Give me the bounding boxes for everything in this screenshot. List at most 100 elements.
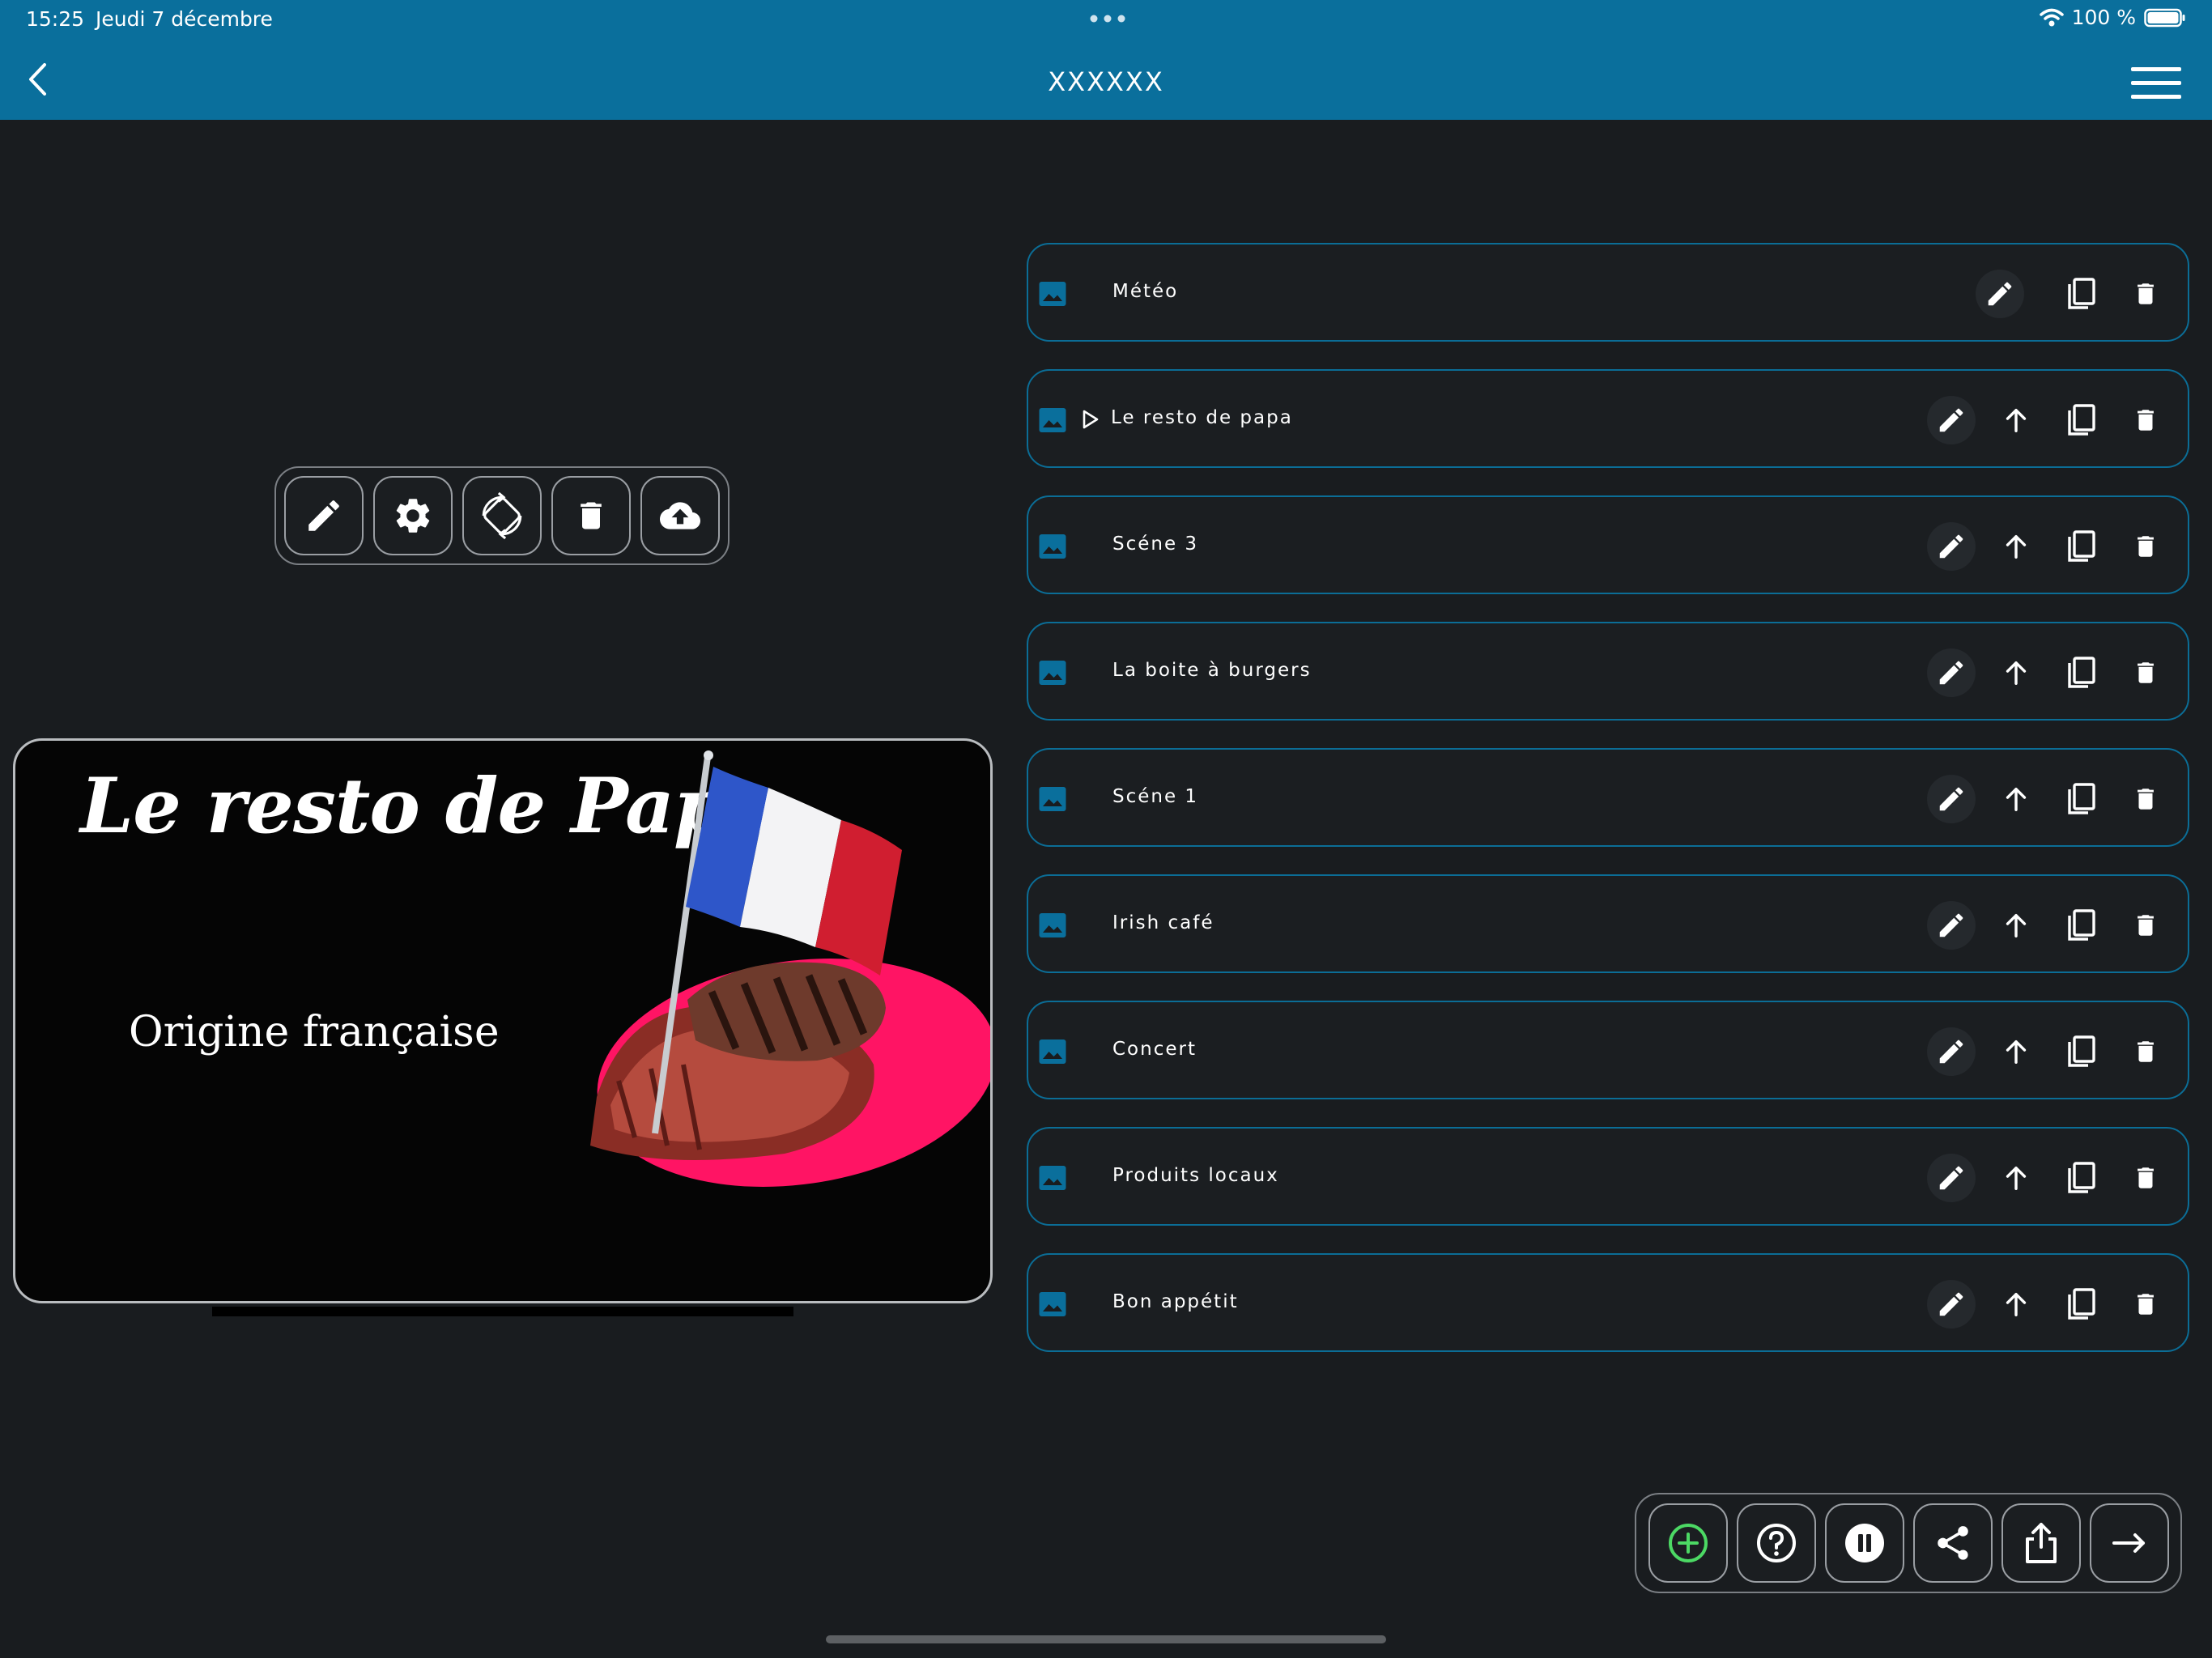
add-scene-button[interactable] (1648, 1503, 1728, 1583)
trash-icon (2132, 657, 2159, 688)
image-icon (1038, 1290, 1067, 1319)
image-icon (1038, 406, 1067, 435)
share-button[interactable] (1912, 1503, 1993, 1583)
arrow-up-icon (2001, 1163, 2031, 1193)
play-icon (1082, 409, 1100, 430)
duplicate-scene-button[interactable] (2057, 1280, 2105, 1329)
trash-icon (581, 502, 602, 529)
trash-icon (2132, 1036, 2159, 1067)
scene-row[interactable]: Irish café (1027, 874, 2189, 973)
edit-preview-button[interactable] (284, 476, 364, 555)
image-icon (1038, 279, 1067, 308)
add-icon (1668, 1524, 1708, 1562)
pencil-icon (1936, 1289, 1967, 1320)
scene-row[interactable]: Produits locaux (1027, 1127, 2189, 1226)
pause-button[interactable] (1824, 1503, 1904, 1583)
export-icon (2025, 1523, 2057, 1563)
delete-scene-button[interactable] (2121, 1154, 2170, 1202)
copy-icon (2065, 1160, 2097, 1196)
edit-scene-button[interactable] (1927, 1154, 1976, 1202)
move-up-button[interactable] (1992, 396, 2040, 444)
delete-scene-button[interactable] (2121, 775, 2170, 823)
help-icon (1756, 1524, 1796, 1562)
edit-scene-button[interactable] (1927, 775, 1976, 823)
scene-row[interactable]: Le resto de papa (1027, 369, 2189, 468)
gear-icon (396, 499, 430, 533)
rotate-icon (482, 491, 522, 540)
arrow-up-icon (2001, 910, 2031, 941)
edit-scene-button[interactable] (1927, 1280, 1976, 1329)
trash-icon (2132, 1289, 2159, 1320)
delete-scene-button[interactable] (2121, 901, 2170, 950)
delete-scene-button[interactable] (2121, 522, 2170, 571)
move-up-button[interactable] (1992, 775, 2040, 823)
edit-scene-button[interactable] (1927, 522, 1976, 571)
arrow-up-icon (2001, 657, 2031, 688)
scene-row[interactable]: Scéne 1 (1027, 748, 2189, 847)
home-indicator[interactable] (826, 1635, 1386, 1643)
duplicate-scene-button[interactable] (2057, 270, 2105, 318)
duplicate-scene-button[interactable] (2057, 396, 2105, 444)
menu-icon[interactable] (2131, 65, 2181, 102)
edit-scene-button[interactable] (1927, 648, 1976, 697)
trash-icon (2132, 278, 2159, 309)
status-right: 100 % (2039, 6, 2186, 29)
trash-icon (2132, 784, 2159, 814)
multitasking-dots-icon[interactable] (1090, 15, 1125, 23)
duplicate-scene-button[interactable] (2057, 1154, 2105, 1202)
export-button[interactable] (2001, 1503, 2081, 1583)
scene-row[interactable]: Météo (1027, 243, 2189, 342)
edit-scene-button[interactable] (1927, 1027, 1976, 1076)
scene-row[interactable]: Concert (1027, 1001, 2189, 1099)
delete-scene-button[interactable] (2121, 270, 2170, 318)
scene-preview[interactable]: Le resto de Papa Origine française (13, 738, 993, 1303)
delete-scene-button[interactable] (2121, 648, 2170, 697)
duplicate-scene-button[interactable] (2057, 775, 2105, 823)
duplicate-scene-button[interactable] (2057, 522, 2105, 571)
arrow-up-icon (2001, 531, 2031, 562)
edit-scene-button[interactable] (1927, 396, 1976, 444)
scene-row[interactable]: Bon appétit (1027, 1253, 2189, 1352)
delete-scene-button[interactable] (2121, 1027, 2170, 1076)
next-button[interactable] (2089, 1503, 2169, 1583)
move-up-button[interactable] (1992, 1027, 2040, 1076)
copy-icon (2065, 1286, 2097, 1322)
scene-row[interactable]: La boite à burgers (1027, 622, 2189, 721)
pencil-icon (1936, 531, 1967, 562)
share-icon (1937, 1526, 1968, 1560)
scene-label: Scéne 1 (1112, 786, 1199, 807)
trash-icon (2132, 405, 2159, 436)
copy-icon (2065, 529, 2097, 564)
scene-label: Météo (1112, 281, 1179, 302)
move-up-button[interactable] (1992, 648, 2040, 697)
delete-scene-button[interactable] (2121, 1280, 2170, 1329)
settings-button[interactable] (373, 476, 453, 555)
pause-icon (1844, 1524, 1884, 1562)
delete-scene-button[interactable] (2121, 396, 2170, 444)
duplicate-scene-button[interactable] (2057, 901, 2105, 950)
arrow-up-icon (2001, 1036, 2031, 1067)
edit-scene-button[interactable] (1927, 901, 1976, 950)
arrow-up-icon (2001, 405, 2031, 436)
delete-preview-button[interactable] (551, 476, 631, 555)
pencil-icon (1936, 1036, 1967, 1067)
edit-scene-button[interactable] (1976, 270, 2024, 318)
pencil-icon (1984, 278, 2015, 309)
duplicate-scene-button[interactable] (2057, 1027, 2105, 1076)
scene-row[interactable]: Scéne 3 (1027, 495, 2189, 594)
duplicate-scene-button[interactable] (2057, 648, 2105, 697)
move-up-button[interactable] (1992, 1280, 2040, 1329)
status-time: 15:25 (26, 7, 85, 31)
image-icon (1038, 1037, 1067, 1066)
move-up-button[interactable] (1992, 901, 2040, 950)
move-up-button[interactable] (1992, 522, 2040, 571)
trash-icon (2132, 910, 2159, 941)
help-button[interactable] (1736, 1503, 1816, 1583)
move-up-button[interactable] (1992, 1154, 2040, 1202)
copy-icon (2065, 908, 2097, 943)
rotate-button[interactable] (462, 476, 542, 555)
scene-label: Produits locaux (1112, 1165, 1279, 1186)
upload-button[interactable] (640, 476, 720, 555)
flag-steak-image (590, 750, 990, 1187)
arrow-right-icon (2112, 1533, 2145, 1553)
